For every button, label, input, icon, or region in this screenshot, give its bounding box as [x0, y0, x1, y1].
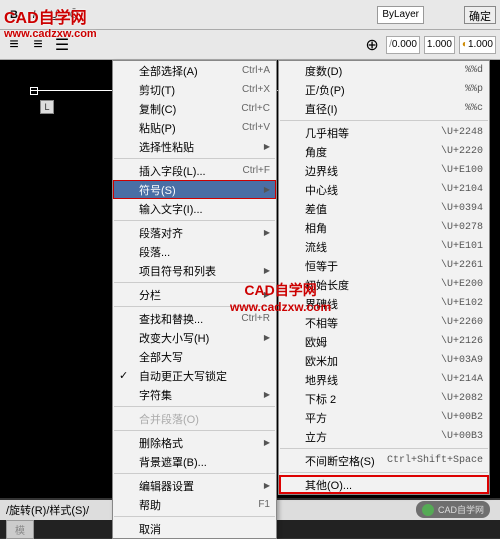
menu-item[interactable]: 全部大写 — [113, 347, 276, 366]
submenu-item[interactable]: 流线\U+E101 — [279, 237, 489, 256]
menu-item[interactable]: 剪切(T)Ctrl+X — [113, 80, 276, 99]
submenu-item[interactable]: 几乎相等\U+2248 — [279, 123, 489, 142]
submenu-item[interactable]: 相角\U+0278 — [279, 218, 489, 237]
submenu-item[interactable]: 地界线\U+214A — [279, 370, 489, 389]
menu-item[interactable]: 段落对齐▶ — [113, 223, 276, 242]
command-prompt: /旋转(R)/样式(S)/ — [6, 502, 89, 518]
submenu-item[interactable]: 下标 2\U+2082 — [279, 389, 489, 408]
wechat-icon — [422, 504, 434, 516]
submenu-item[interactable]: 平方\U+00B2 — [279, 408, 489, 427]
submenu-item[interactable]: 其他(O)... — [279, 475, 489, 494]
submenu-item[interactable]: 不间断空格(S)Ctrl+Shift+Space — [279, 451, 489, 470]
menu-item[interactable]: 粘贴(P)Ctrl+V — [113, 118, 276, 137]
menu-item[interactable]: ✓自动更正大写锁定 — [113, 366, 276, 385]
submenu-item[interactable]: 中心线\U+2104 — [279, 180, 489, 199]
menu-item[interactable]: 删除格式▶ — [113, 433, 276, 452]
model-tab[interactable]: 模 — [6, 520, 34, 539]
menu-item[interactable]: 取消 — [113, 519, 276, 538]
menu-item[interactable]: 字符集▶ — [113, 385, 276, 404]
menu-item[interactable]: 选择性粘贴▶ — [113, 137, 276, 156]
submenu-item[interactable]: 恒等于\U+2261 — [279, 256, 489, 275]
submenu-item[interactable]: 边界线\U+E100 — [279, 161, 489, 180]
menu-item[interactable]: 编辑器设置▶ — [113, 476, 276, 495]
menu-item[interactable]: 合并段落(O) — [113, 409, 276, 428]
menu-item[interactable]: 项目符号和列表▶ — [113, 261, 276, 280]
confirm-button[interactable]: 确定 — [464, 6, 496, 24]
submenu-item[interactable]: 直径(I)%%c — [279, 99, 489, 118]
watermark-url: www.cadzxw.com — [4, 28, 97, 40]
menu-item[interactable]: 背景遮罩(B)... — [113, 452, 276, 471]
submenu-item[interactable]: 正/负(P)%%p — [279, 80, 489, 99]
l-marker[interactable]: L — [40, 100, 54, 114]
submenu-item[interactable]: 角度\U+2220 — [279, 142, 489, 161]
menu-item[interactable]: 段落... — [113, 242, 276, 261]
menu-item[interactable]: 符号(S)▶ — [113, 180, 276, 199]
menu-item[interactable]: 输入文字(I)... — [113, 199, 276, 218]
watermark-title: CAD自学网 — [4, 4, 97, 28]
bylayer-combo[interactable]: ByLayer — [377, 6, 424, 24]
value3-input[interactable]: ◐1.000 — [459, 36, 496, 54]
submenu-item[interactable]: 度数(D)%%d — [279, 61, 489, 80]
submenu-item[interactable]: 欧姆\U+2126 — [279, 332, 489, 351]
submenu-item[interactable]: 欧米加\U+03A9 — [279, 351, 489, 370]
target-icon[interactable]: ⊕ — [363, 36, 381, 54]
submenu-item[interactable]: 立方\U+00B3 — [279, 427, 489, 446]
menu-item[interactable]: 帮助F1 — [113, 495, 276, 514]
value2-input[interactable]: 1.000 — [424, 36, 455, 54]
menu-item[interactable]: 改变大小写(H)▶ — [113, 328, 276, 347]
menu-item[interactable]: 全部选择(A)Ctrl+A — [113, 61, 276, 80]
menu-item[interactable]: 复制(C)Ctrl+C — [113, 99, 276, 118]
menu-item[interactable]: 插入字段(L)...Ctrl+F — [113, 161, 276, 180]
symbol-submenu: 度数(D)%%d正/负(P)%%p直径(I)%%c 几乎相等\U+2248角度\U… — [278, 60, 490, 495]
watermark-center: CAD自学网 www.cadzxw.com — [230, 280, 331, 314]
footer-brand: CAD自学网 — [416, 501, 490, 518]
value1-input[interactable]: /0.000 — [386, 36, 420, 54]
submenu-item[interactable]: 不相等\U+2260 — [279, 313, 489, 332]
submenu-item[interactable]: 差值\U+0394 — [279, 199, 489, 218]
